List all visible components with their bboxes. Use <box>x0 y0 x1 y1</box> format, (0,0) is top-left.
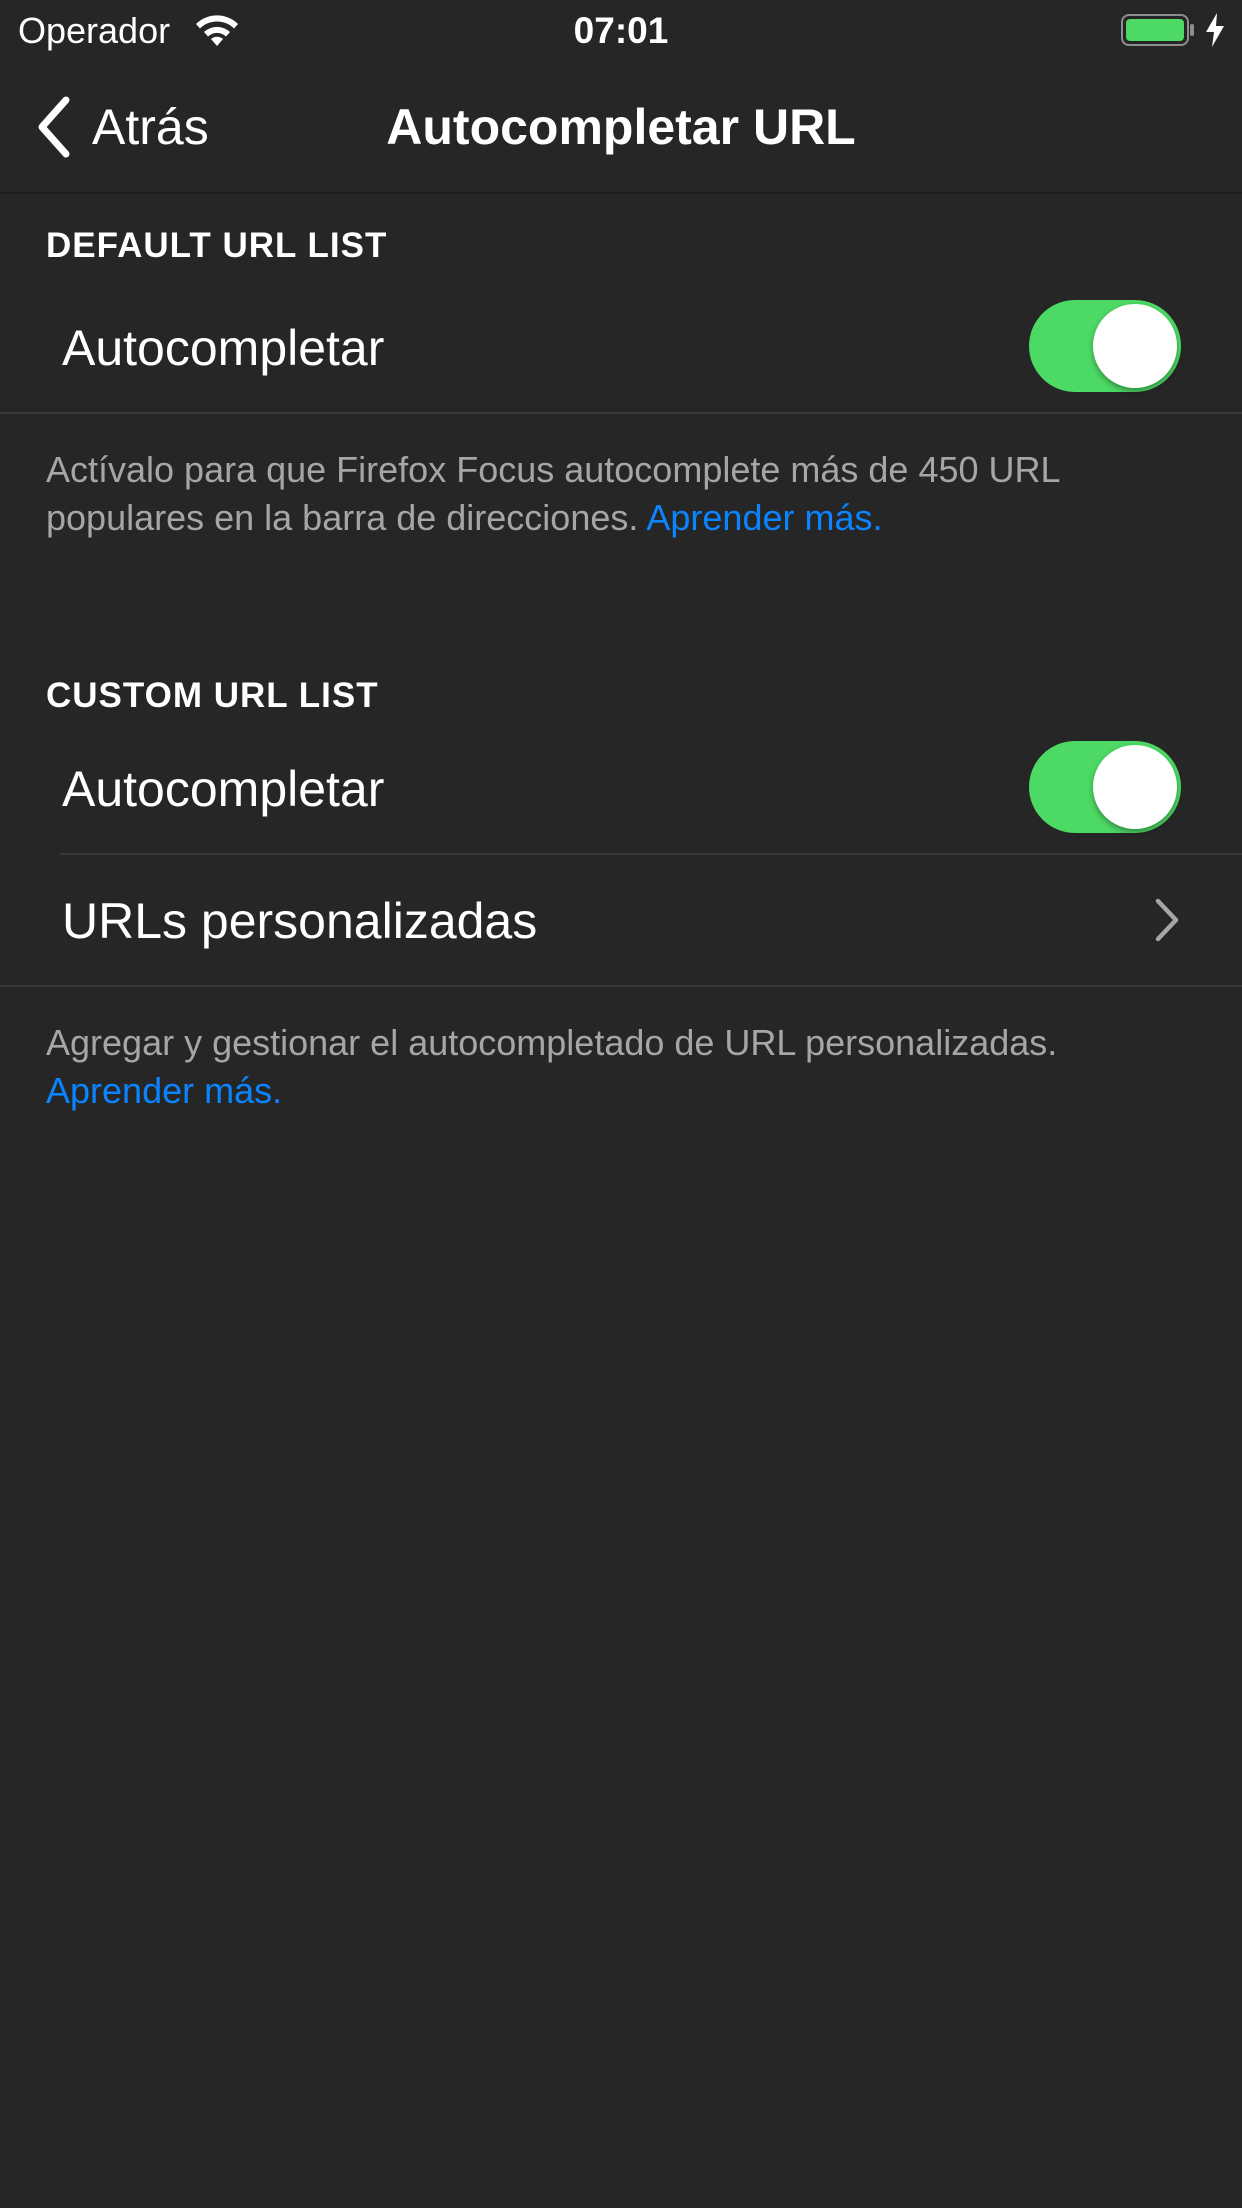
custom-footer-text: Agregar y gestionar el autocompletado de… <box>46 1022 1058 1063</box>
default-autocomplete-row: Autocompletar <box>0 282 1242 414</box>
default-section-footer: Actívalo para que Firefox Focus autocomp… <box>46 446 1196 542</box>
status-time: 07:01 <box>573 10 669 51</box>
custom-urls-label: URLs personalizadas <box>62 893 538 949</box>
custom-autocomplete-label: Autocompletar <box>62 761 385 817</box>
status-bar: Operador 07:01 <box>0 0 1242 62</box>
toggle-knob <box>1093 745 1177 829</box>
navigation-bar: Atrás Autocompletar URL <box>0 62 1242 194</box>
section-header-default-url-list: DEFAULT URL LIST <box>46 226 388 265</box>
battery-icon <box>1121 14 1194 46</box>
toggle-knob <box>1093 304 1177 388</box>
custom-learn-more-link[interactable]: Aprender más. <box>46 1070 282 1111</box>
separator <box>0 985 1242 987</box>
section-header-custom-url-list: CUSTOM URL LIST <box>46 676 379 715</box>
chevron-right-icon <box>1155 898 1179 942</box>
default-footer-text: Actívalo para que Firefox Focus autocomp… <box>46 449 1060 538</box>
separator <box>0 412 1242 414</box>
default-autocomplete-label: Autocompletar <box>62 320 385 376</box>
custom-autocomplete-toggle[interactable] <box>1029 741 1181 833</box>
default-learn-more-link[interactable]: Aprender más. <box>646 497 882 538</box>
custom-autocomplete-row: Autocompletar <box>0 723 1242 855</box>
custom-section-footer: Agregar y gestionar el autocompletado de… <box>46 1019 1196 1115</box>
default-autocomplete-toggle[interactable] <box>1029 300 1181 392</box>
page-title: Autocompletar URL <box>386 99 856 155</box>
custom-urls-row[interactable]: URLs personalizadas <box>0 855 1242 987</box>
charging-bolt-icon <box>1206 13 1224 47</box>
